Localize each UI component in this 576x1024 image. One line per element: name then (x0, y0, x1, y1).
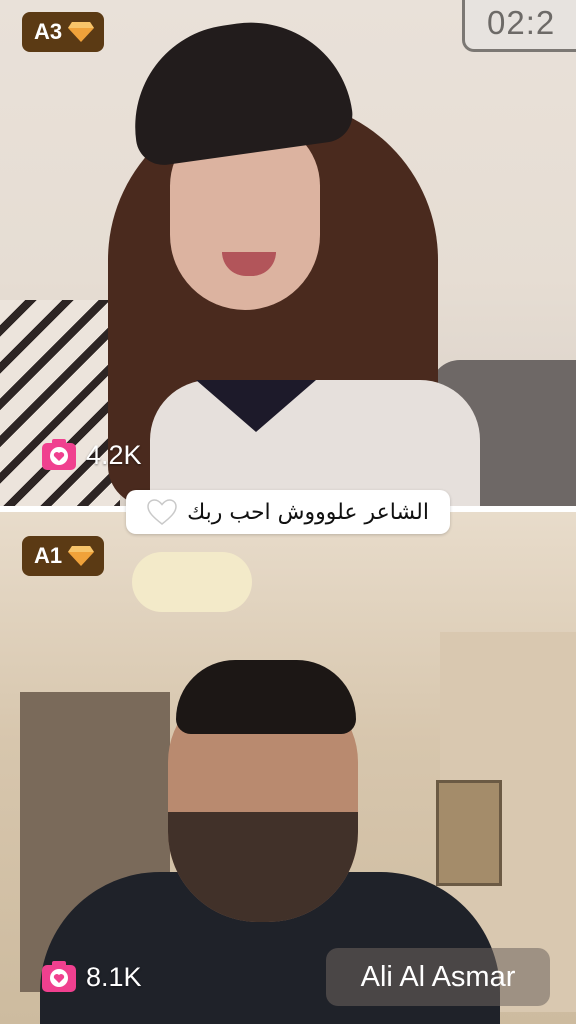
ceiling-light (132, 552, 252, 612)
rank-badge: A1 (22, 536, 105, 576)
patterned-blanket (0, 300, 120, 506)
hair-top (176, 660, 356, 734)
diamond-icon (68, 22, 95, 42)
camera-icon (42, 960, 76, 994)
streamer-name[interactable]: Ali Al Asmar (326, 948, 550, 1006)
rank-label: A1 (34, 543, 63, 568)
stream-timer: 02:2 (462, 0, 576, 52)
viewer-count-value: 4.2K (86, 439, 142, 470)
viewer-count: 8.1K (42, 960, 142, 994)
comment-caption: الشاعر علوووش احب ربك (126, 490, 450, 534)
rank-badge: A3 (22, 12, 105, 52)
viewer-count: 4.2K (42, 438, 142, 472)
comment-text: الشاعر علوووش احب ربك (187, 499, 429, 525)
wall-frame (436, 780, 502, 886)
diamond-icon (68, 546, 95, 566)
viewer-count-value: 8.1K (86, 961, 142, 992)
top-stream-video[interactable]: A3 02:2 4.2K (0, 0, 576, 506)
white-heart-icon (147, 499, 177, 525)
sweater-collar (196, 380, 316, 432)
rank-label: A3 (34, 19, 63, 44)
camera-icon (42, 438, 76, 472)
